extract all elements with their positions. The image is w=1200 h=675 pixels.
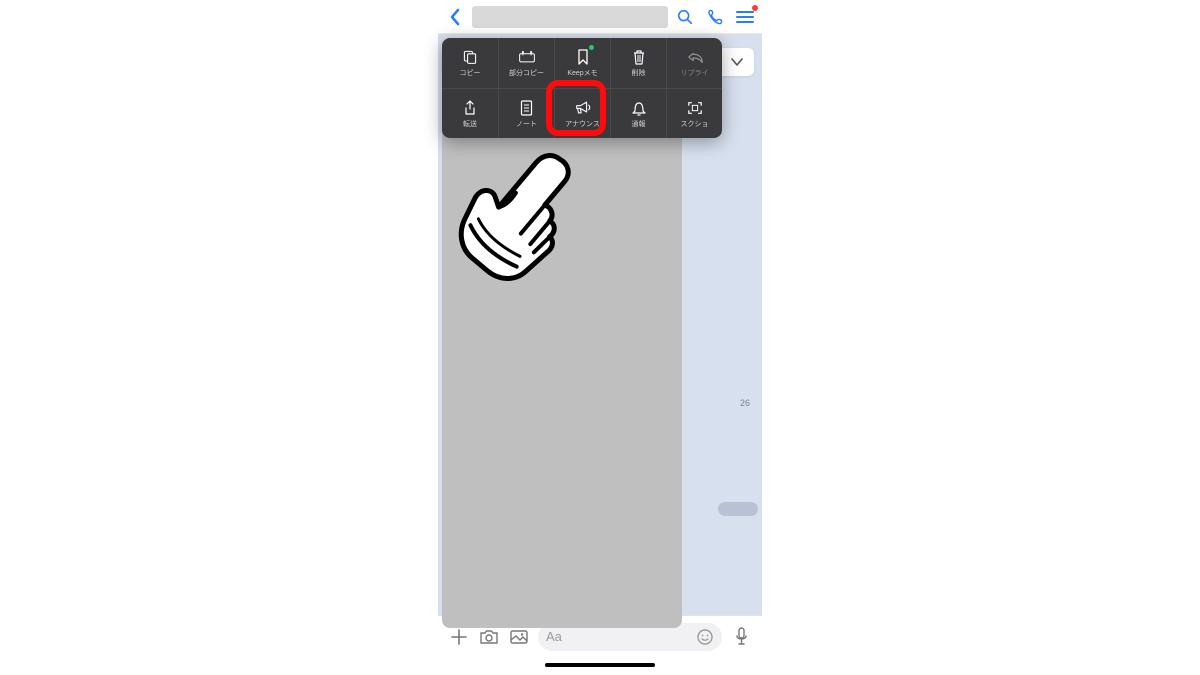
copy-icon bbox=[462, 48, 478, 66]
menu-reply-label: リプライ bbox=[681, 68, 709, 78]
menu-forward[interactable]: 転送 bbox=[442, 89, 498, 138]
menu-partial-copy[interactable]: 部分コピー bbox=[498, 38, 554, 88]
menu-keep-memo-label: Keepメモ bbox=[567, 68, 597, 78]
menu-screenshot[interactable]: スクショ bbox=[666, 89, 722, 138]
message-context-menu: コピー 部分コピー Keepメモ bbox=[442, 38, 722, 138]
menu-reply[interactable]: リプライ bbox=[666, 38, 722, 88]
menu-note-label: ノート bbox=[516, 119, 537, 129]
chat-title-redacted bbox=[472, 6, 668, 28]
camera-icon[interactable] bbox=[478, 626, 500, 648]
emoji-icon[interactable] bbox=[696, 628, 714, 646]
menu-keep-memo[interactable]: Keepメモ bbox=[554, 38, 610, 88]
notification-dot-icon bbox=[752, 5, 758, 11]
menu-report[interactable]: 通報 bbox=[610, 89, 666, 138]
menu-announce-label: アナウンス bbox=[565, 119, 600, 129]
megaphone-icon bbox=[574, 99, 592, 117]
note-icon bbox=[520, 99, 533, 117]
phone-frame: 26 コピー 部分コピー bbox=[438, 0, 762, 675]
mic-icon[interactable] bbox=[730, 626, 752, 648]
bookmark-icon bbox=[577, 48, 589, 66]
menu-delete[interactable]: 削除 bbox=[610, 38, 666, 88]
menu-copy[interactable]: コピー bbox=[442, 38, 498, 88]
chevron-down-icon bbox=[730, 57, 744, 67]
trash-icon bbox=[632, 48, 646, 66]
reply-icon bbox=[686, 48, 704, 66]
header-icons bbox=[674, 6, 756, 28]
menu-forward-label: 転送 bbox=[463, 119, 477, 129]
plus-icon[interactable] bbox=[448, 626, 470, 648]
menu-report-label: 通報 bbox=[632, 119, 646, 129]
pointing-hand-icon bbox=[458, 134, 578, 284]
share-icon bbox=[463, 99, 477, 117]
menu-partial-copy-label: 部分コピー bbox=[509, 68, 544, 78]
home-indicator bbox=[438, 657, 762, 675]
menu-delete-label: 削除 bbox=[632, 68, 646, 78]
menu-row-2: 転送 ノート アナウンス bbox=[442, 88, 722, 138]
gallery-icon[interactable] bbox=[508, 626, 530, 648]
keep-badge-dot bbox=[589, 45, 594, 50]
chat-header bbox=[438, 0, 762, 34]
alert-icon bbox=[632, 99, 646, 117]
input-placeholder: Aa bbox=[546, 629, 562, 644]
message-timestamp: 26 bbox=[740, 398, 750, 408]
menu-screenshot-label: スクショ bbox=[681, 119, 709, 129]
menu-note[interactable]: ノート bbox=[498, 89, 554, 138]
search-icon[interactable] bbox=[674, 6, 696, 28]
screenshot-icon bbox=[687, 99, 703, 117]
hamburger-icon[interactable] bbox=[734, 6, 756, 28]
back-button[interactable] bbox=[444, 8, 466, 26]
menu-announce[interactable]: アナウンス bbox=[554, 89, 610, 138]
phone-icon[interactable] bbox=[704, 6, 726, 28]
chat-body: 26 コピー 部分コピー bbox=[438, 34, 762, 615]
partial-copy-icon bbox=[518, 48, 536, 66]
menu-row-1: コピー 部分コピー Keepメモ bbox=[442, 38, 722, 88]
read-indicator-stub bbox=[718, 502, 758, 516]
menu-copy-label: コピー bbox=[460, 68, 481, 78]
